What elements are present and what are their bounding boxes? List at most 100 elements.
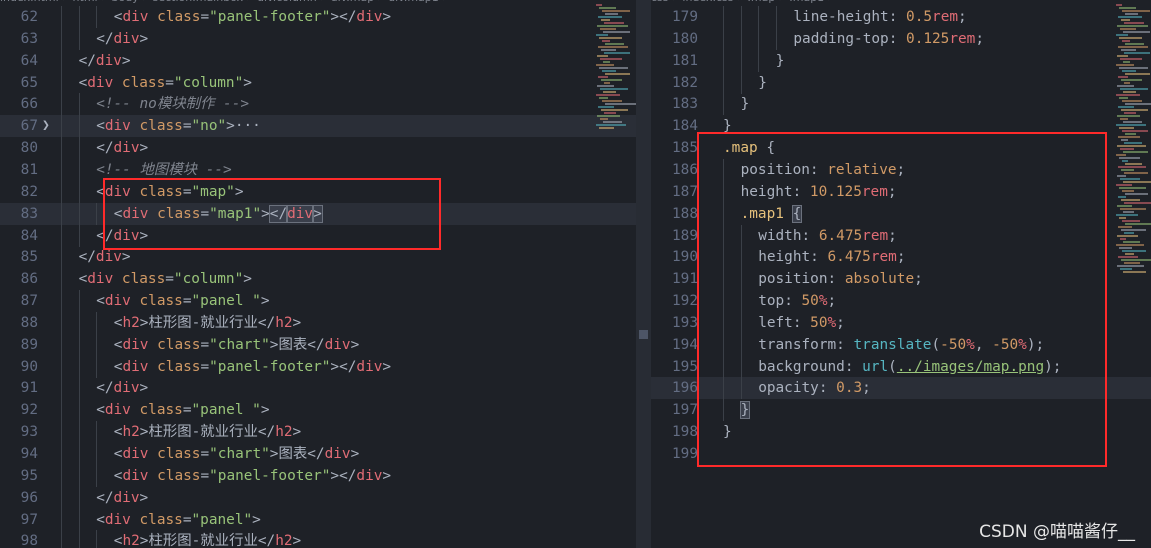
code-line[interactable]: 97 <div class="panel">	[0, 508, 636, 531]
code-text[interactable]: <h2>柱形图-就业行业</h2>	[114, 312, 301, 334]
line-number: 91	[20, 380, 38, 397]
code-line[interactable]: 63 </div>	[0, 27, 636, 50]
code-line[interactable]: 95 <div class="panel-footer"></div>	[0, 464, 636, 487]
code-text[interactable]: </div>	[96, 137, 148, 159]
breadcrumb-item[interactable]: body ›	[112, 0, 147, 4]
indent-guide	[78, 311, 80, 334]
code-line[interactable]: 86 <div class="column">	[0, 268, 636, 291]
code-token: >	[260, 293, 270, 310]
code-line[interactable]: 93 <h2>柱形图-就业行业</h2>	[0, 421, 636, 444]
code-text[interactable]: padding-top: 0.125rem;	[793, 28, 984, 50]
code-token: "panel-footer"	[209, 9, 331, 25]
code-line[interactable]: 92 <div class="panel ">	[0, 399, 636, 422]
code-text[interactable]: }	[776, 50, 785, 72]
code-text[interactable]: </div>	[96, 377, 148, 399]
minimap-line	[605, 103, 636, 105]
line-number: 194	[672, 336, 698, 353]
code-token: >	[121, 249, 131, 266]
code-text[interactable]: <div class="panel ">	[96, 399, 269, 421]
code-text[interactable]: <div class="panel-footer"></div>	[114, 465, 391, 487]
code-token: "chart"	[209, 446, 270, 462]
line-number: 189	[672, 227, 698, 244]
code-text[interactable]: <div class="no">···	[96, 115, 261, 137]
code-text[interactable]: }	[758, 72, 767, 94]
minimap-line	[1118, 46, 1148, 48]
breadcrumb[interactable]: css › index.css › .map › .map1 ›	[651, 0, 1151, 5]
minimap-line	[1120, 208, 1146, 210]
code-line[interactable]: 80 </div>	[0, 137, 636, 160]
code-line[interactable]: 67 ❯ <div class="no">···	[0, 115, 636, 138]
breadcrumb-item[interactable]: html ›	[73, 0, 106, 4]
code-token: div	[356, 467, 383, 484]
code-line[interactable]: 64 </div>	[0, 49, 636, 72]
code-line[interactable]: 90 <div class="panel-footer"></div>	[0, 355, 636, 378]
code-line[interactable]: 181}	[651, 49, 1151, 72]
breadcrumb[interactable]: index.html › html › body › section.mainbox …	[0, 0, 636, 5]
breadcrumb-item[interactable]: css ›	[651, 0, 676, 4]
code-text[interactable]: <div class="panel ">	[96, 290, 269, 312]
minimap-line	[1117, 115, 1140, 117]
breadcrumb-item[interactable]: .map ›	[747, 0, 783, 4]
minimap-line	[597, 25, 628, 27]
fold-chevron-icon[interactable]: ❯	[42, 115, 50, 137]
breadcrumb-item[interactable]: .map1 ›	[789, 0, 832, 4]
code-line[interactable]: 91 </div>	[0, 377, 636, 400]
code-line[interactable]: 98 <h2>柱形图-就业行业</h2>	[0, 530, 636, 548]
minimap-line	[598, 106, 614, 108]
breadcrumb-item[interactable]: index.css ›	[682, 0, 741, 4]
code-text[interactable]: }	[741, 93, 750, 115]
code-line[interactable]: 182}	[651, 71, 1151, 94]
minimap-line	[1117, 205, 1132, 207]
code-token: "panel-footer"	[209, 358, 331, 375]
code-line[interactable]: 183}	[651, 93, 1151, 116]
code-token: >	[139, 489, 149, 506]
breadcrumb-item[interactable]: div.map1 ›	[388, 0, 447, 4]
breadcrumb-item[interactable]: section.mainbox ›	[153, 0, 251, 4]
code-line[interactable]: 96 </div>	[0, 486, 636, 509]
minimap[interactable]	[1112, 0, 1151, 548]
code-line[interactable]: 89 <div class="chart">图表</div>	[0, 333, 636, 356]
breadcrumb-item[interactable]: div.map ›	[331, 0, 383, 4]
minimap[interactable]	[592, 0, 636, 548]
code-token: div	[122, 467, 149, 484]
divider-grip-icon[interactable]	[639, 330, 648, 339]
indent-guide	[61, 158, 62, 181]
code-text[interactable]: </div>	[96, 28, 148, 50]
indent-guide	[723, 93, 724, 116]
code-text[interactable]: <div class="column">	[79, 268, 252, 290]
minimap-line	[1123, 61, 1130, 63]
code-text[interactable]: <div class="panel-footer"></div>	[114, 6, 391, 28]
code-token: "chart"	[209, 336, 270, 353]
minimap-line	[604, 52, 630, 54]
code-line[interactable]: 66 <!-- no模块制作 -->	[0, 93, 636, 116]
code-text[interactable]: </div>	[96, 487, 148, 509]
code-line[interactable]: 179 line-height: 0.5rem;	[651, 6, 1151, 28]
code-line[interactable]: 62 <div class="panel-footer"></div>	[0, 6, 636, 28]
code-text[interactable]: <!-- no模块制作 -->	[96, 93, 249, 115]
code-line[interactable]: 87 <div class="panel ">	[0, 290, 636, 313]
code-text[interactable]: <div class="panel-footer"></div>	[114, 356, 391, 378]
split-divider[interactable]	[636, 0, 651, 548]
code-text[interactable]: </div>	[79, 50, 131, 72]
minimap-line	[1118, 226, 1132, 228]
breadcrumb-item[interactable]: index.html ›	[0, 0, 67, 4]
indent-guide	[78, 290, 80, 313]
code-text[interactable]: <div class="column">	[79, 72, 252, 94]
indent-guide	[61, 530, 62, 548]
code-line[interactable]: 65 <div class="column">	[0, 71, 636, 94]
minimap-line	[1125, 223, 1151, 225]
breadcrumb-item[interactable]: div.column ›	[257, 0, 325, 4]
code-text[interactable]: <div class="panel">	[96, 509, 261, 531]
html-editor-pane[interactable]: index.html › html › body › section.mainbox …	[0, 0, 636, 548]
indent-guide	[723, 6, 724, 28]
code-text[interactable]: <h2>柱形图-就业行业</h2>	[114, 421, 301, 443]
code-token: >	[292, 314, 302, 331]
code-line[interactable]: 180 padding-top: 0.125rem;	[651, 27, 1151, 50]
code-text[interactable]: <div class="chart">图表</div>	[114, 334, 359, 356]
code-line[interactable]: 94 <div class="chart">图表</div>	[0, 443, 636, 465]
code-token: div	[104, 118, 131, 135]
code-text[interactable]: <h2>柱形图-就业行业</h2>	[114, 530, 301, 548]
code-text[interactable]: line-height: 0.5rem;	[793, 6, 966, 28]
code-line[interactable]: 88 <h2>柱形图-就业行业</h2>	[0, 311, 636, 334]
code-text[interactable]: <div class="chart">图表</div>	[114, 443, 359, 465]
